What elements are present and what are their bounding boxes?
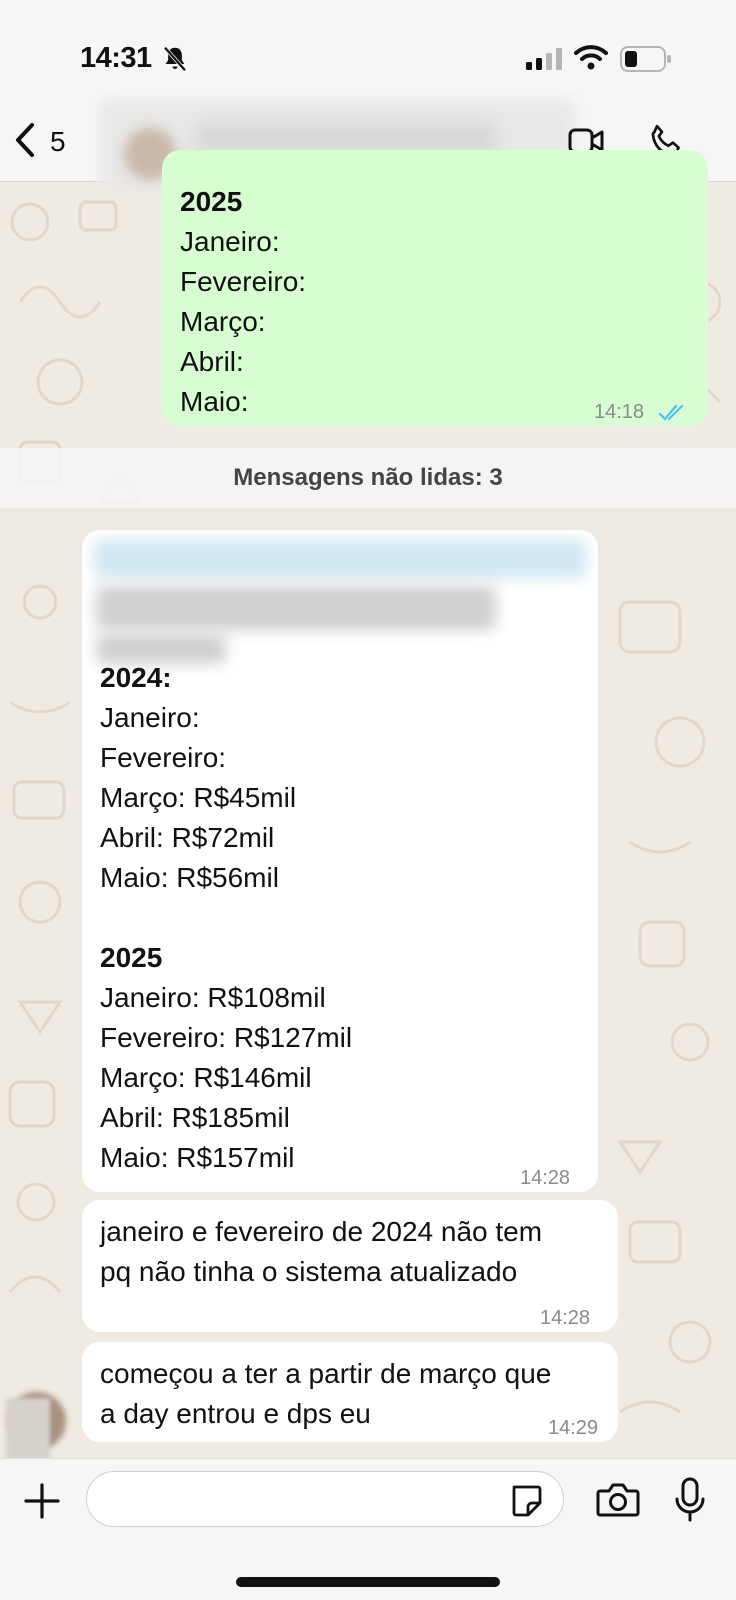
unread-chats-count: 5: [50, 126, 66, 157]
message-line: Fevereiro:: [180, 266, 307, 297]
message-line: Março:: [180, 306, 266, 337]
message-line: Fevereiro:: [100, 742, 227, 773]
battery-icon: [620, 46, 672, 77]
unread-messages-banner: Mensagens não lidas: 3: [0, 448, 736, 508]
message-composer: [0, 1458, 736, 1600]
message-line: Março: R$45mil: [100, 782, 297, 813]
message-time: 14:28: [540, 1307, 591, 1329]
message-line: Maio: R$56mil: [100, 862, 279, 893]
message-line: Março: R$146mil: [100, 1062, 312, 1093]
year-heading: 2024:: [100, 662, 172, 693]
incoming-message[interactable]: começou a ter a partir de março que a da…: [82, 1342, 618, 1442]
wifi-icon: [574, 44, 608, 75]
message-time: 14:28: [520, 1167, 571, 1189]
redacted-text: [96, 586, 496, 630]
incoming-message[interactable]: 2024: Janeiro: Fevereiro: Março: R$45mil…: [82, 530, 598, 1192]
status-bar: 14:31: [0, 0, 736, 100]
message-line: 2025: [180, 186, 243, 217]
message-line: pq não tinha o sistema atualizado: [100, 1256, 518, 1287]
contact-name-redacted: [196, 124, 496, 152]
message-line: janeiro e fevereiro de 2024 não tem: [100, 1216, 543, 1247]
message-input[interactable]: [86, 1471, 564, 1527]
year-heading: 2025: [100, 942, 163, 973]
message-line: Janeiro:: [180, 226, 280, 257]
message-line: Abril: R$185mil: [100, 1102, 290, 1133]
message-line: Fevereiro: R$127mil: [100, 1022, 353, 1053]
signal-icon: [526, 48, 564, 77]
message-line: Abril:: [180, 346, 244, 377]
read-double-check-icon: [658, 394, 688, 426]
plus-icon[interactable]: [22, 1481, 62, 1526]
message-time: 14:18: [594, 401, 645, 423]
camera-icon[interactable]: [596, 1481, 640, 1524]
status-time: 14:31: [80, 42, 152, 74]
home-indicator: [236, 1577, 500, 1587]
message-line: começou a ter a partir de março que: [100, 1358, 552, 1389]
mute-bell-icon: [160, 44, 190, 79]
outgoing-message[interactable]: 2025 Janeiro: Fevereiro: Março: Abril: M…: [162, 150, 708, 426]
message-time: 14:29: [548, 1417, 599, 1439]
quoted-link-redacted: [94, 540, 586, 578]
incoming-message[interactable]: janeiro e fevereiro de 2024 não tem pq n…: [82, 1200, 618, 1332]
sticker-icon[interactable]: [508, 1483, 544, 1524]
message-line: Abril: R$72mil: [100, 822, 275, 853]
message-line: a day entrou e dps eu: [100, 1398, 371, 1429]
message-line: Janeiro: R$108mil: [100, 982, 326, 1013]
back-button[interactable]: 5: [14, 120, 84, 164]
message-line: Janeiro:: [100, 702, 200, 733]
message-line: Maio: R$157mil: [100, 1142, 295, 1173]
microphone-icon[interactable]: [674, 1477, 706, 1528]
back-chevron-icon: [14, 122, 36, 163]
